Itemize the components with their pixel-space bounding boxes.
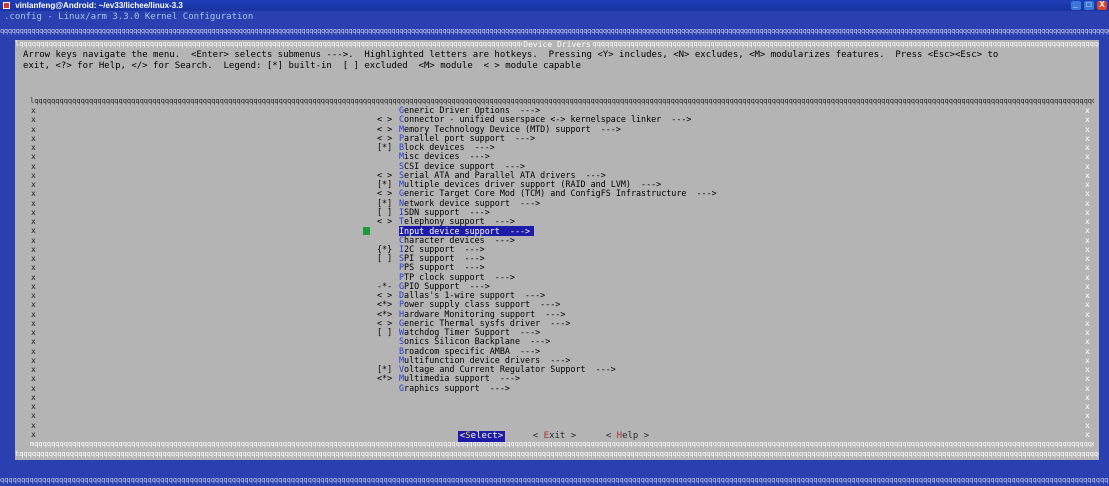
bottom-border-line: qqqqqqqqqqqqqqqqqqqqqqqqqqqqqqqqqqqqqqqq… (0, 476, 1109, 484)
window-controls: _ □ X (1070, 1, 1107, 10)
help-button[interactable]: < Help > (604, 431, 651, 442)
menu-item-state (377, 226, 399, 236)
close-button[interactable]: X (1097, 1, 1107, 10)
terminal-app-icon (3, 2, 10, 9)
exit-button[interactable]: < Exit > (531, 431, 578, 442)
menu-right-border: x x x x x x x x x x x x x x x x x x x x … (1085, 106, 1090, 439)
menu-item-label: Telephony support ---> (399, 216, 515, 226)
menu-item-text: elephony support ---> (404, 216, 515, 226)
menu-item[interactable]: Graphics support ---> (377, 383, 777, 393)
help-text: Arrow keys navigate the menu. <Enter> se… (23, 50, 1093, 72)
menu-item-state: < > (377, 216, 393, 226)
menu-list[interactable]: Generic Driver Options ---> < > Connector … (377, 105, 777, 393)
maximize-button[interactable]: □ (1083, 1, 1094, 10)
window-titlebar: vinlanfeng@Android: ~/ev33/lichee/linux-… (0, 0, 1109, 11)
menu-left-border: x x x x x x x x x x x x x x x x x x x x … (31, 106, 36, 439)
menu-item-label: Graphics support ---> (399, 383, 510, 393)
window-title: vinlanfeng@Android: ~/ev33/lichee/linux-… (15, 1, 183, 10)
menu-item-state: [ ] (377, 253, 393, 263)
minimize-button[interactable]: _ (1070, 1, 1081, 10)
dialog-title: Device Drivers (522, 40, 592, 49)
menu-item-state: [*] (377, 142, 393, 152)
menu-item[interactable]: < > Telephony support ---> (377, 216, 777, 226)
top-border-line: qqqqqqqqqqqqqqqqqqqqqqqqqqqqqqqqqqqqqqqq… (0, 27, 1109, 35)
menu-item-text: raphics support ---> (404, 382, 510, 393)
help-line-1: Arrow keys navigate the menu. <Enter> se… (23, 50, 999, 60)
button-bar: <Select> < Exit > < Help > (0, 423, 1109, 442)
menu-item-state: [ ] (377, 327, 393, 337)
help-line-2: exit, <?> for Help, </> for Search. Lege… (23, 61, 582, 71)
menu-item-state: <*> (377, 373, 393, 384)
config-title: .config - Linux/arm 3.3.0 Kernel Configu… (4, 12, 254, 22)
select-button[interactable]: <Select> (457, 431, 506, 442)
dialog-title-bar: Device Drivers (15, 40, 1099, 49)
device-drivers-dialog: lqqqqqqqqqqqqqqqqqqqqqqqqqqqqqqqqqqqqqqq… (15, 40, 1099, 460)
menu-box-top-border: lqqqqqqqqqqqqqqqqqqqqqqqqqqqqqqqqqqqqqqq… (30, 97, 1094, 105)
menu-box[interactable]: lqqqqqqqqqqqqqqqqqqqqqqqqqqqqqqqqqqqqqqq… (30, 97, 1094, 449)
button-separator: tqqqqqqqqqqqqqqqqqqqqqqqqqqqqqqqqqqqqqqq… (15, 450, 1099, 458)
